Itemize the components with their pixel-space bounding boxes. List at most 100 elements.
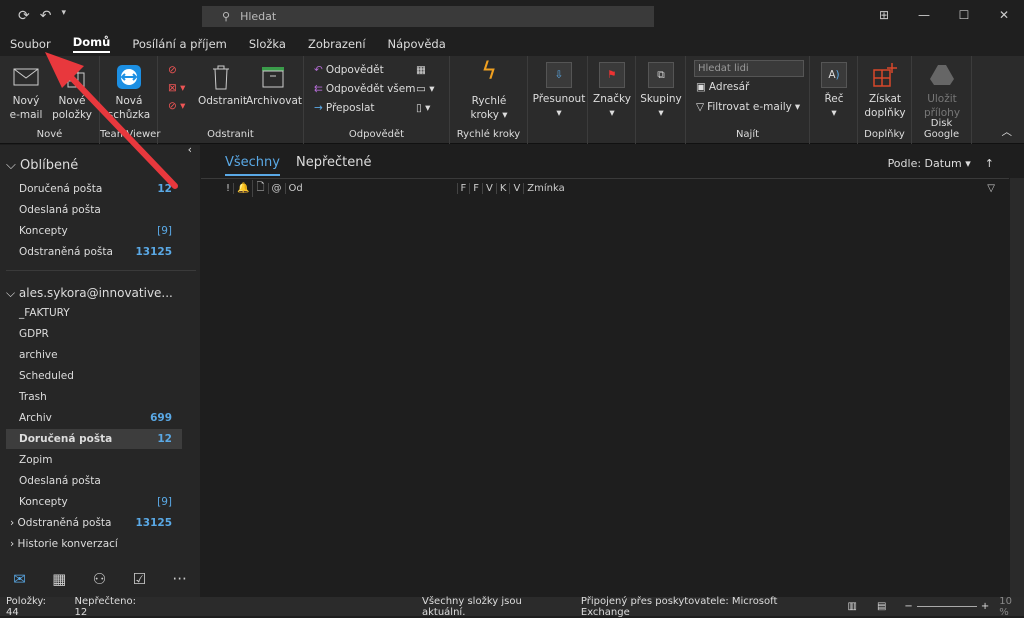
delete-button[interactable]: Odstranit <box>198 64 247 108</box>
search-people-input[interactable]: Hledat lidi <box>694 60 804 77</box>
tab-unread[interactable]: Nepřečtené <box>296 155 372 176</box>
people-icon[interactable]: ⚇ <box>93 570 106 588</box>
folder-deleted[interactable]: › Odstraněná pošta 13125 <box>6 513 182 533</box>
folder-drafts[interactable]: Koncepty [9] <box>6 492 182 512</box>
filter-email-button[interactable]: ▽ Filtrovat e-maily ▾ <box>696 101 800 113</box>
col-f1[interactable]: F <box>456 183 470 194</box>
group-tags: ⚑ Značky ▾ <box>588 56 636 144</box>
menu-send-receive[interactable]: Posílání a příjem <box>132 37 227 51</box>
folder-trash[interactable]: Trash <box>6 387 182 407</box>
menu-folder[interactable]: Složka <box>249 37 286 51</box>
folder-archive[interactable]: archive <box>6 345 182 365</box>
title-bar: ⟳ ↶ ▾ ⚲ Hledat ⊞ — ☐ ✕ <box>0 0 1024 32</box>
collapse-pane-icon[interactable]: ‹ <box>188 143 192 156</box>
sync-icon[interactable]: ⟳ <box>18 8 30 24</box>
address-book-button[interactable]: ▣ Adresář <box>696 81 749 93</box>
group-speech: A) Řeč ▾ <box>810 56 858 144</box>
groups-button[interactable]: ⧉ Skupiny ▾ <box>638 62 684 120</box>
reply-all-button[interactable]: ⇇ Odpovědět všem <box>314 83 415 95</box>
col-importance[interactable]: ! <box>223 183 233 194</box>
folder-archiv[interactable]: Archiv 699 <box>6 408 182 428</box>
col-v1[interactable]: V <box>482 183 496 194</box>
mail-icon[interactable]: ✉ <box>13 570 26 588</box>
undo-icon[interactable]: ↶ <box>40 8 52 24</box>
get-addins-button[interactable]: Získat doplňky <box>860 62 910 120</box>
reading-view-icon[interactable]: ▤ <box>877 601 886 612</box>
normal-view-icon[interactable]: ▥ <box>848 601 857 612</box>
folder-scheduled[interactable]: Scheduled <box>6 366 182 386</box>
save-attachments-button[interactable]: Uložit přílohy <box>916 62 968 120</box>
col-mention[interactable]: Zmínka <box>523 183 984 194</box>
collapse-ribbon-icon[interactable]: ︿ <box>1002 124 1013 139</box>
groups-icon: ⧉ <box>648 62 674 88</box>
account-header[interactable]: ⌵ ales.sykora@innovative... <box>6 286 173 301</box>
sort-dropdown[interactable]: Podle: Datum ▾ ↑ <box>888 157 994 170</box>
archive-button[interactable]: Archivovat <box>246 64 302 108</box>
reply-icon: ↶ <box>314 64 323 76</box>
reply-all-icon: ⇇ <box>314 83 323 95</box>
favorite-deleted[interactable]: Odstraněná pošta 13125 <box>6 242 182 262</box>
folder-zopim[interactable]: Zopim <box>6 450 182 470</box>
maximize-button[interactable]: ☐ <box>944 0 984 30</box>
scrollbar[interactable] <box>1010 178 1024 598</box>
col-f2[interactable]: F <box>469 183 482 194</box>
menu-file[interactable]: Soubor <box>10 37 51 51</box>
more-respond-icon[interactable]: ▯ ▾ <box>416 102 430 114</box>
im-icon[interactable]: ▭ ▾ <box>416 83 435 95</box>
menu-help[interactable]: Nápověda <box>388 37 446 51</box>
calendar-icon[interactable]: ▦ <box>52 570 66 588</box>
tab-all[interactable]: Všechny <box>225 155 280 176</box>
favorite-inbox[interactable]: Doručená pošta 12 <box>6 179 182 199</box>
folder-inbox[interactable]: Doručená pošta 12 <box>6 429 182 449</box>
status-bar: Položky: 44 Nepřečteno: 12 Všechny složk… <box>0 596 1024 618</box>
ignore-icon[interactable]: ⊘ <box>168 64 177 76</box>
envelope-icon <box>13 68 39 86</box>
ribbon-display-icon[interactable]: ⊞ <box>864 0 904 30</box>
folder-faktury[interactable]: _FAKTURY <box>6 303 182 323</box>
menu-home[interactable]: Domů <box>72 35 111 53</box>
forward-icon: → <box>314 102 323 114</box>
lightning-icon: ϟ <box>481 57 497 85</box>
tags-button[interactable]: ⚑ Značky ▾ <box>590 62 634 120</box>
col-k[interactable]: K <box>495 183 510 194</box>
minimize-button[interactable]: — <box>904 0 944 30</box>
teamviewer-icon <box>117 65 141 89</box>
speech-button[interactable]: A) Řeč ▾ <box>812 62 856 120</box>
sort-direction-icon[interactable]: ↑ <box>985 157 994 170</box>
group-google-drive: Uložit přílohy Disk Google <box>912 56 972 144</box>
zoom-slider[interactable]: − + <box>904 601 989 612</box>
col-from[interactable]: Od <box>284 183 457 194</box>
meeting-reply-icon[interactable]: ▦ <box>416 64 426 76</box>
col-reminder[interactable]: 🔔 <box>233 183 252 194</box>
folder-sent[interactable]: Odeslaná pošta <box>6 471 182 491</box>
col-attachment[interactable]: @ <box>267 183 285 194</box>
address-book-icon: ▣ <box>696 81 706 93</box>
cleanup-icon[interactable]: ⊠ ▾ <box>168 82 185 94</box>
close-button[interactable]: ✕ <box>984 0 1024 30</box>
move-button[interactable]: ⇩ Přesunout ▾ <box>532 62 586 120</box>
folder-gdpr[interactable]: GDPR <box>6 324 182 344</box>
favorites-header[interactable]: ⌵ Oblíbené <box>6 158 78 173</box>
search-input[interactable]: ⚲ Hledat <box>202 6 654 27</box>
favorite-drafts[interactable]: Koncepty [9] <box>6 221 182 241</box>
menu-view[interactable]: Zobrazení <box>308 37 366 51</box>
quick-steps-button[interactable]: ϟ Rychlé kroky ▾ <box>458 57 520 122</box>
new-items-button[interactable]: Nové položky <box>50 64 94 122</box>
new-email-button[interactable]: Nový e-mail <box>6 64 46 122</box>
customize-icon[interactable]: ▾ <box>61 8 66 24</box>
filter-column-icon[interactable]: ▽ <box>984 183 1009 194</box>
col-v2[interactable]: V <box>509 183 523 194</box>
search-icon: ⚲ <box>222 10 231 23</box>
forward-button[interactable]: → Přeposlat <box>314 102 375 114</box>
tasks-icon[interactable]: ☑ <box>133 570 146 588</box>
col-icon[interactable]: 🗋 <box>252 180 267 197</box>
column-headers: ! 🔔 🗋 @ Od F F V K V Zmínka ▽ <box>201 178 1009 198</box>
more-icon[interactable]: ··· <box>172 570 186 588</box>
folder-conversation-history[interactable]: › Historie konverzací <box>6 534 182 554</box>
new-meeting-button[interactable]: Nová schůzka <box>104 64 154 122</box>
favorite-sent[interactable]: Odeslaná pošta <box>6 200 182 220</box>
folder-pane: ‹ ⌵ Oblíbené Doručená pošta 12 Odeslaná p… <box>0 143 200 597</box>
reply-button[interactable]: ↶ Odpovědět <box>314 64 384 76</box>
junk-icon[interactable]: ⊘ ▾ <box>168 100 185 112</box>
message-list: Všechny Nepřečtené Podle: Datum ▾ ↑ ! 🔔 … <box>201 145 1024 598</box>
